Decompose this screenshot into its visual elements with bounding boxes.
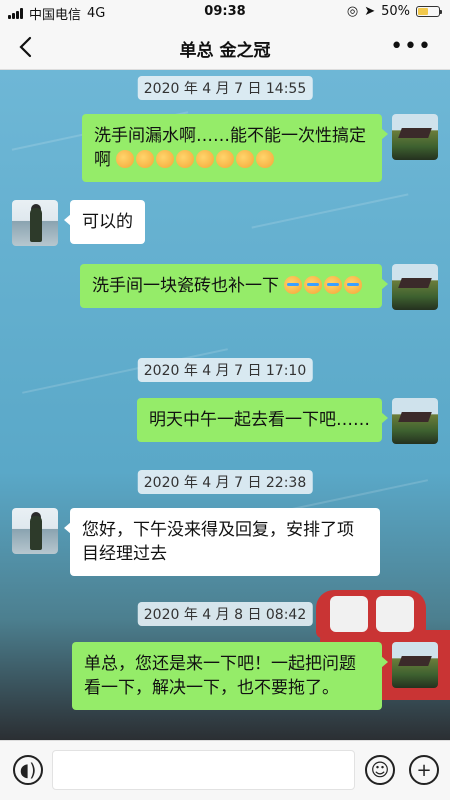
background-streak — [251, 193, 409, 229]
message-text: 单总，您还是来一下吧！一起把问题看一下，解决一下，也不要拖了。 — [84, 654, 356, 698]
chat-title: 单总 金之冠 — [179, 41, 271, 61]
message-bubble-incoming[interactable]: 可以的 — [64, 200, 145, 244]
avatar-self[interactable] — [392, 264, 438, 310]
timestamp: 2020 年 4 月 7 日 14:55 — [137, 76, 313, 100]
avatar-self[interactable] — [392, 642, 438, 688]
message-bubble-outgoing[interactable]: 洗手间一块瓷砖也补一下 — [80, 264, 388, 308]
message-text: 您好，下午没来得及回复，安排了项目经理过去 — [82, 520, 354, 564]
message-bubble-outgoing[interactable]: 单总，您还是来一下吧！一起把问题看一下，解决一下，也不要拖了。 — [72, 642, 388, 710]
battery-percent: 50% — [381, 4, 410, 19]
sweat-face-icon — [256, 150, 275, 168]
sweat-face-icon — [176, 150, 195, 168]
crying-face-icon — [344, 276, 363, 294]
crying-face-icon — [284, 276, 364, 296]
car-window — [330, 596, 368, 632]
message-input[interactable] — [52, 750, 355, 790]
battery-fill — [418, 8, 428, 15]
avatar-self[interactable] — [392, 398, 438, 444]
more-dots-icon[interactable]: ••• — [390, 34, 432, 59]
sweat-face-icon — [156, 150, 175, 168]
sweat-face-icon — [236, 150, 255, 168]
chat-header: 单总 金之冠 ••• — [0, 24, 450, 70]
message-bubble-outgoing[interactable]: 洗手间漏水啊……能不能一次性搞定啊 — [82, 114, 388, 182]
message-text: 明天中午一起去看一下吧…… — [149, 410, 370, 430]
car-window — [376, 596, 414, 632]
voice-icon[interactable]: ◖) — [13, 755, 43, 785]
timestamp: 2020 年 4 月 7 日 22:38 — [137, 470, 313, 494]
crying-face-icon — [284, 276, 303, 294]
message-bubble-outgoing[interactable]: 明天中午一起去看一下吧…… — [137, 398, 388, 442]
input-bar: ◖) ☺ + — [0, 740, 450, 800]
plus-icon[interactable]: + — [409, 755, 439, 785]
sweat-face-icon — [196, 150, 215, 168]
status-right: ◎ ➤ 50% — [346, 4, 442, 19]
sweat-face-icon — [116, 150, 135, 168]
crying-face-icon — [324, 276, 343, 294]
sweat-face-icon — [136, 150, 155, 168]
timestamp: 2020 年 4 月 8 日 08:42 — [137, 602, 313, 626]
avatar-contact[interactable] — [12, 508, 58, 554]
battery-icon — [416, 6, 442, 17]
avatar-self[interactable] — [392, 114, 438, 160]
message-bubble-incoming[interactable]: 您好，下午没来得及回复，安排了项目经理过去 — [64, 508, 380, 576]
chat-area[interactable]: 2020 年 4 月 7 日 14:55 洗手间漏水啊……能不能一次性搞定啊 可… — [0, 70, 450, 740]
sweat-face-icon — [216, 150, 235, 168]
message-text: 洗手间一块瓷砖也补一下 — [92, 276, 279, 296]
status-bar: 中国电信 4G 09:38 ◎ ➤ 50% — [0, 0, 450, 24]
emoji-icon[interactable]: ☺ — [365, 755, 395, 785]
sweat-face-icon — [116, 150, 276, 170]
timestamp: 2020 年 4 月 7 日 17:10 — [137, 358, 313, 382]
location-icon: ➤ — [364, 4, 376, 19]
message-text: 可以的 — [82, 212, 133, 232]
avatar-contact[interactable] — [12, 200, 58, 246]
crying-face-icon — [304, 276, 323, 294]
orientation-lock-icon: ◎ — [346, 4, 359, 19]
